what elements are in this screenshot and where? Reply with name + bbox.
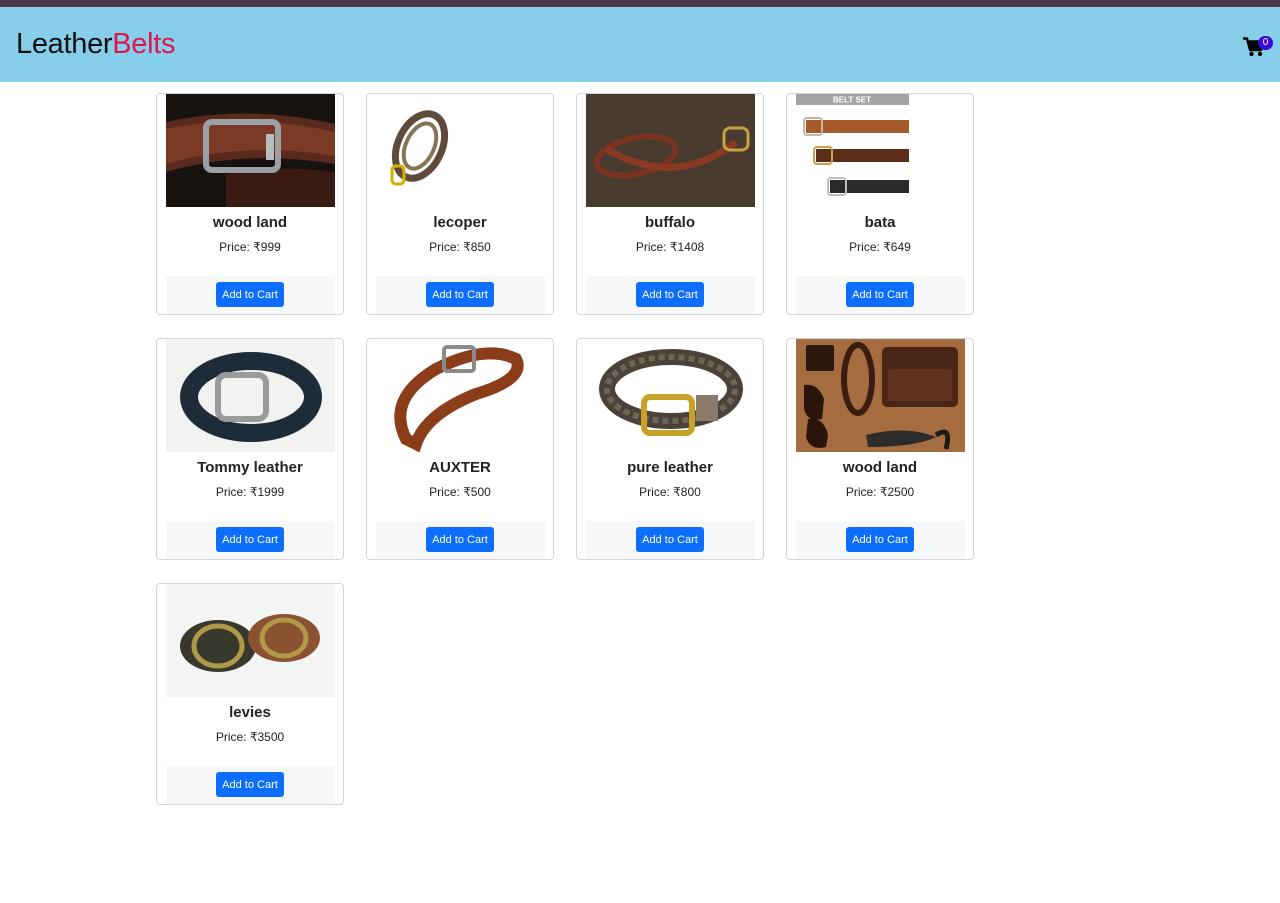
product-name[interactable]: pure leather xyxy=(577,459,763,476)
product-name[interactable]: Tommy leather xyxy=(157,459,343,476)
product-image xyxy=(796,339,965,452)
brand-part-1: Leather xyxy=(16,28,113,60)
card-footer: Add to Cart xyxy=(586,521,755,559)
product-name[interactable]: wood land xyxy=(157,214,343,231)
product-card: Tommy leather Price: ₹1999 Add to Cart xyxy=(156,338,344,560)
product-card: buffalo Price: ₹1408 Add to Cart xyxy=(576,93,764,315)
brand-logo[interactable]: LeatherBelts xyxy=(16,27,176,61)
product-price: Price: ₹800 xyxy=(639,485,701,499)
add-to-cart-button[interactable]: Add to Cart xyxy=(846,527,914,552)
product-image: BELT SET xyxy=(796,94,965,207)
product-card: BELT SET bata Price: ₹649 Add to Cart xyxy=(786,93,974,315)
card-footer: Add to Cart xyxy=(586,276,755,314)
product-price: Price: ₹850 xyxy=(429,240,491,254)
card-footer: Add to Cart xyxy=(376,521,545,559)
product-card: wood land Price: ₹2500 Add to Cart xyxy=(786,338,974,560)
product-card: levies Price: ₹3500 Add to Cart xyxy=(156,583,344,805)
product-image xyxy=(586,94,755,207)
add-to-cart-button[interactable]: Add to Cart xyxy=(636,282,704,307)
product-image xyxy=(586,339,755,452)
product-card: pure leather Price: ₹800 Add to Cart xyxy=(576,338,764,560)
card-footer: Add to Cart xyxy=(796,276,965,314)
product-name[interactable]: lecoper xyxy=(367,214,553,231)
product-price: Price: ₹500 xyxy=(429,485,491,499)
navbar: LeatherBelts 0 xyxy=(0,7,1280,82)
product-price: Price: ₹1999 xyxy=(215,485,285,499)
add-to-cart-button[interactable]: Add to Cart xyxy=(426,282,494,307)
add-to-cart-button[interactable]: Add to Cart xyxy=(636,527,704,552)
belt-set-label: BELT SET xyxy=(833,96,871,105)
product-image xyxy=(166,339,335,452)
product-card: AUXTER Price: ₹500 Add to Cart xyxy=(366,338,554,560)
add-to-cart-button[interactable]: Add to Cart xyxy=(426,527,494,552)
card-footer: Add to Cart xyxy=(376,276,545,314)
product-image xyxy=(166,94,335,207)
product-name[interactable]: levies xyxy=(157,704,343,721)
brand-part-2: Belts xyxy=(112,28,176,60)
product-image xyxy=(376,339,545,452)
add-to-cart-button[interactable]: Add to Cart xyxy=(216,527,284,552)
product-price: Price: ₹3500 xyxy=(215,730,285,744)
product-price: Price: ₹1408 xyxy=(635,240,705,254)
product-card: wood land Price: ₹999 Add to Cart xyxy=(156,93,344,315)
product-name[interactable]: buffalo xyxy=(577,214,763,231)
cart-button[interactable]: 0 xyxy=(1243,35,1273,59)
product-image xyxy=(166,584,335,697)
card-footer: Add to Cart xyxy=(166,766,335,804)
cart-count-badge: 0 xyxy=(1258,36,1273,50)
add-to-cart-button[interactable]: Add to Cart xyxy=(216,772,284,797)
product-name[interactable]: AUXTER xyxy=(367,459,553,476)
product-name[interactable]: wood land xyxy=(787,459,973,476)
top-strip xyxy=(0,0,1280,7)
product-price: Price: ₹2500 xyxy=(845,485,915,499)
product-name[interactable]: bata xyxy=(787,214,973,231)
product-card: lecoper Price: ₹850 Add to Cart xyxy=(366,93,554,315)
add-to-cart-button[interactable]: Add to Cart xyxy=(846,282,914,307)
card-footer: Add to Cart xyxy=(166,276,335,314)
product-price: Price: ₹649 xyxy=(849,240,911,254)
product-image xyxy=(376,94,545,207)
add-to-cart-button[interactable]: Add to Cart xyxy=(216,282,284,307)
card-footer: Add to Cart xyxy=(796,521,965,559)
product-price: Price: ₹999 xyxy=(219,240,281,254)
card-footer: Add to Cart xyxy=(166,521,335,559)
